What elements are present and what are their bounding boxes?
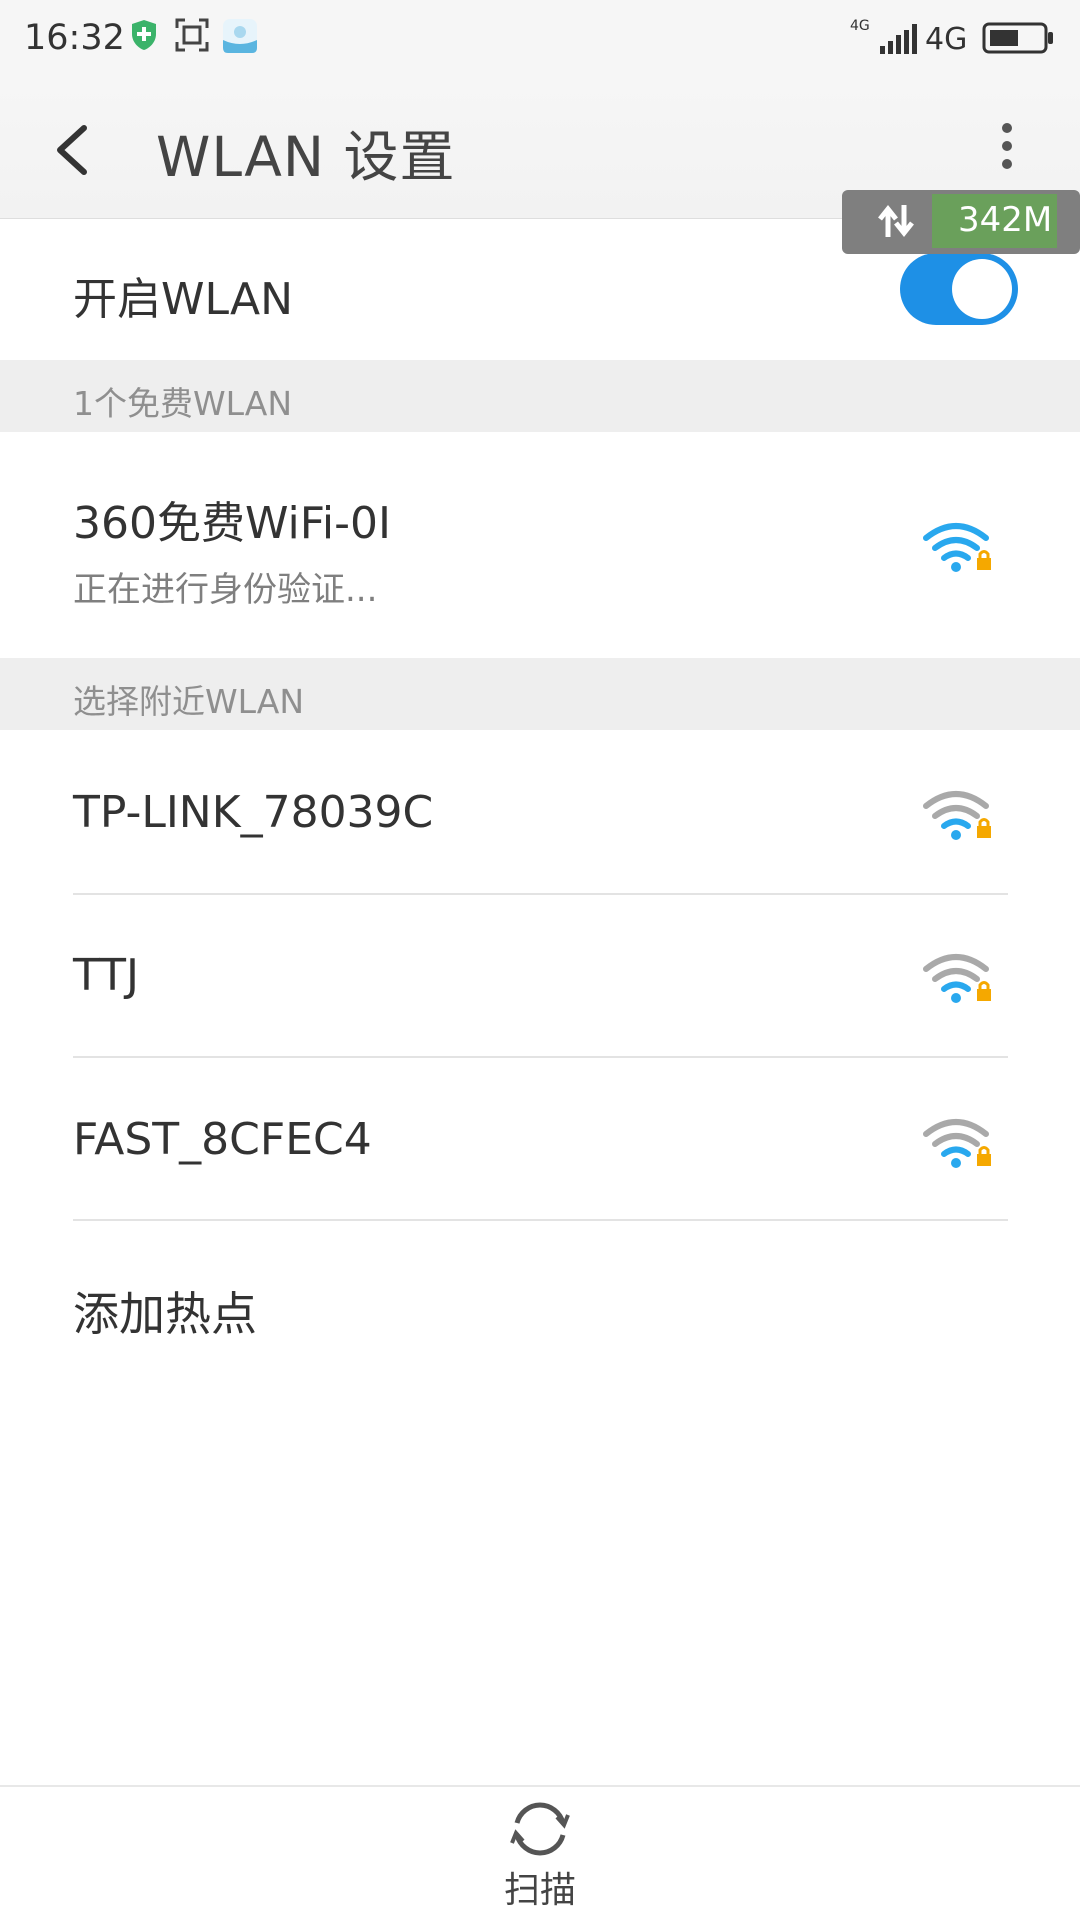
- battery-icon: [982, 22, 1053, 54]
- data-transfer-icon: [878, 204, 914, 238]
- network-name: TP-LINK_78039C: [73, 787, 434, 838]
- wifi-network-item[interactable]: 360免费WiFi-0I 正在进行身份验证...: [0, 432, 1080, 658]
- bottom-bar: 扫描: [0, 1785, 1080, 1922]
- wlan-toggle-label: 开启WLAN: [73, 274, 294, 325]
- section-header-nearby: 选择附近WLAN: [0, 658, 1080, 730]
- refresh-icon: [510, 1802, 570, 1856]
- traffic-value: 342M: [958, 200, 1053, 240]
- traffic-float-widget[interactable]: 342M: [842, 190, 1080, 254]
- page-title: WLAN 设置: [156, 125, 456, 189]
- network-status: 正在进行身份验证...: [73, 570, 378, 610]
- switch-knob: [952, 259, 1012, 319]
- wifi-locked-full-icon: [923, 523, 991, 572]
- wifi-network-item[interactable]: TP-LINK_78039C: [0, 730, 1080, 893]
- divider: [73, 1219, 1008, 1221]
- section-title-free: 1个免费WLAN: [73, 384, 293, 423]
- back-arrow-icon[interactable]: [48, 120, 98, 180]
- section-header-free: 1个免费WLAN: [0, 360, 1080, 432]
- network-name: TTJ: [73, 950, 139, 1001]
- wifi-locked-weak-icon: [923, 791, 991, 840]
- section-title-nearby: 选择附近WLAN: [73, 682, 305, 721]
- wifi-network-item[interactable]: FAST_8CFEC4: [0, 1058, 1080, 1219]
- scan-button[interactable]: 扫描: [440, 1787, 640, 1920]
- network-type: 4G: [925, 22, 968, 57]
- network-name: 360免费WiFi-0I: [73, 498, 391, 549]
- wifi-locked-weak-icon: [923, 954, 991, 1003]
- app-icon: [223, 19, 257, 53]
- status-time: 16:32: [24, 18, 125, 58]
- signal-icon: [880, 24, 917, 54]
- shield-plus-icon: [132, 20, 156, 50]
- more-options-icon[interactable]: [995, 118, 1019, 178]
- wlan-switch[interactable]: [900, 253, 1018, 325]
- add-hotspot-item[interactable]: 添加热点: [73, 1278, 257, 1344]
- status-bar: 16:32 4G 4G: [0, 0, 1080, 76]
- wifi-locked-weak-icon: [923, 1119, 991, 1168]
- scan-label: 扫描: [503, 1870, 576, 1911]
- network-name: FAST_8CFEC4: [73, 1114, 372, 1165]
- screenshot-frame-icon: [175, 18, 209, 52]
- network-type-small: 4G: [850, 18, 870, 34]
- wifi-network-item[interactable]: TTJ: [0, 895, 1080, 1056]
